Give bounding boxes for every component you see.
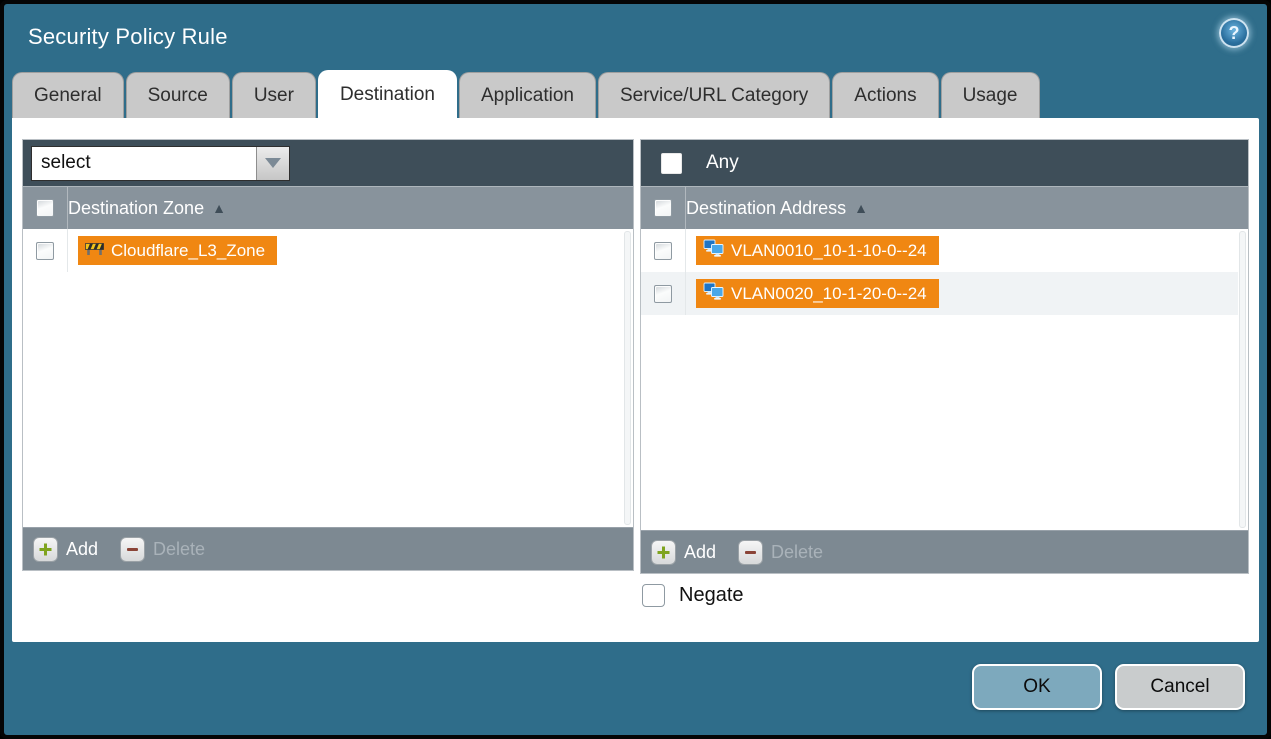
tab-service-url-category[interactable]: Service/URL Category xyxy=(598,72,830,118)
zone-select-all-checkbox[interactable] xyxy=(36,199,54,217)
zone-add-label: Add xyxy=(66,539,98,560)
tab-strip: General Source User Destination Applicat… xyxy=(12,70,1040,118)
zone-list: Cloudflare_L3_Zone xyxy=(23,229,633,527)
plus-icon xyxy=(651,540,676,565)
negate-checkbox[interactable] xyxy=(642,584,665,607)
dialog-footer: OK Cancel xyxy=(4,638,1267,735)
zone-row-checkbox[interactable] xyxy=(36,242,54,260)
zone-column-label: Destination Zone xyxy=(68,198,204,219)
zone-name: Cloudflare_L3_Zone xyxy=(111,241,265,261)
security-policy-rule-dialog: Security Policy Rule ? General Source Us… xyxy=(0,0,1271,739)
negate-option: Negate xyxy=(642,584,744,607)
plus-icon xyxy=(33,537,58,562)
destination-tab-content: select Destination Zone ▲ xyxy=(12,118,1259,642)
dialog-titlebar: Security Policy Rule ? xyxy=(4,4,1267,70)
zone-row[interactable]: Cloudflare_L3_Zone xyxy=(23,229,623,272)
ok-button[interactable]: OK xyxy=(972,664,1102,710)
any-checkbox[interactable] xyxy=(661,153,682,174)
help-icon[interactable]: ? xyxy=(1219,18,1249,48)
address-column-header: Destination Address ▲ xyxy=(641,186,1248,229)
zone-scrollbar[interactable] xyxy=(624,231,631,525)
sort-asc-icon: ▲ xyxy=(212,200,226,216)
address-footer: Add Delete xyxy=(641,530,1248,573)
zone-column-sort[interactable]: Destination Zone ▲ xyxy=(68,198,226,219)
zone-icon xyxy=(85,241,104,261)
zone-toolbar: select xyxy=(23,140,633,186)
zone-chip[interactable]: Cloudflare_L3_Zone xyxy=(78,236,277,265)
network-icon xyxy=(703,239,724,262)
address-name: VLAN0020_10-1-20-0--24 xyxy=(731,284,927,304)
tab-actions[interactable]: Actions xyxy=(832,72,938,118)
address-row[interactable]: VLAN0010_10-1-10-0--24 xyxy=(641,229,1238,272)
zone-select-dropdown[interactable]: select xyxy=(31,146,290,181)
address-chip[interactable]: VLAN0010_10-1-10-0--24 xyxy=(696,236,939,265)
destination-zone-panel: select Destination Zone ▲ xyxy=(22,139,634,571)
address-column-sort[interactable]: Destination Address ▲ xyxy=(686,198,868,219)
address-row-checkbox[interactable] xyxy=(654,285,672,303)
zone-footer: Add Delete xyxy=(23,527,633,570)
address-row-checkbox[interactable] xyxy=(654,242,672,260)
tab-source[interactable]: Source xyxy=(126,72,230,118)
zone-column-header: Destination Zone ▲ xyxy=(23,186,633,229)
address-delete-label: Delete xyxy=(771,542,823,563)
address-scrollbar[interactable] xyxy=(1239,231,1246,528)
sort-asc-icon: ▲ xyxy=(854,200,868,216)
tab-usage[interactable]: Usage xyxy=(941,72,1040,118)
network-icon xyxy=(703,282,724,305)
tab-destination[interactable]: Destination xyxy=(318,70,457,118)
zone-delete-button[interactable]: Delete xyxy=(120,537,205,562)
tab-application[interactable]: Application xyxy=(459,72,596,118)
destination-address-panel: Any Destination Address ▲ xyxy=(640,139,1249,574)
zone-select-button[interactable] xyxy=(256,147,289,180)
address-delete-button[interactable]: Delete xyxy=(738,540,823,565)
minus-icon xyxy=(738,540,763,565)
zone-select-value[interactable]: select xyxy=(32,147,256,180)
negate-label: Negate xyxy=(679,584,744,607)
address-column-label: Destination Address xyxy=(686,198,846,219)
tab-user[interactable]: User xyxy=(232,72,316,118)
dialog-title: Security Policy Rule xyxy=(28,24,228,50)
minus-icon xyxy=(120,537,145,562)
any-label: Any xyxy=(706,152,739,174)
address-list: VLAN0010_10-1-10-0--24 xyxy=(641,229,1248,530)
address-select-all-checkbox[interactable] xyxy=(654,199,672,217)
address-toolbar: Any xyxy=(641,140,1248,186)
tab-general[interactable]: General xyxy=(12,72,124,118)
zone-delete-label: Delete xyxy=(153,539,205,560)
address-chip[interactable]: VLAN0020_10-1-20-0--24 xyxy=(696,279,939,308)
chevron-down-icon xyxy=(265,158,281,168)
address-add-label: Add xyxy=(684,542,716,563)
address-row[interactable]: VLAN0020_10-1-20-0--24 xyxy=(641,272,1238,315)
address-add-button[interactable]: Add xyxy=(651,540,716,565)
cancel-button[interactable]: Cancel xyxy=(1115,664,1245,710)
address-name: VLAN0010_10-1-10-0--24 xyxy=(731,241,927,261)
zone-add-button[interactable]: Add xyxy=(33,537,98,562)
